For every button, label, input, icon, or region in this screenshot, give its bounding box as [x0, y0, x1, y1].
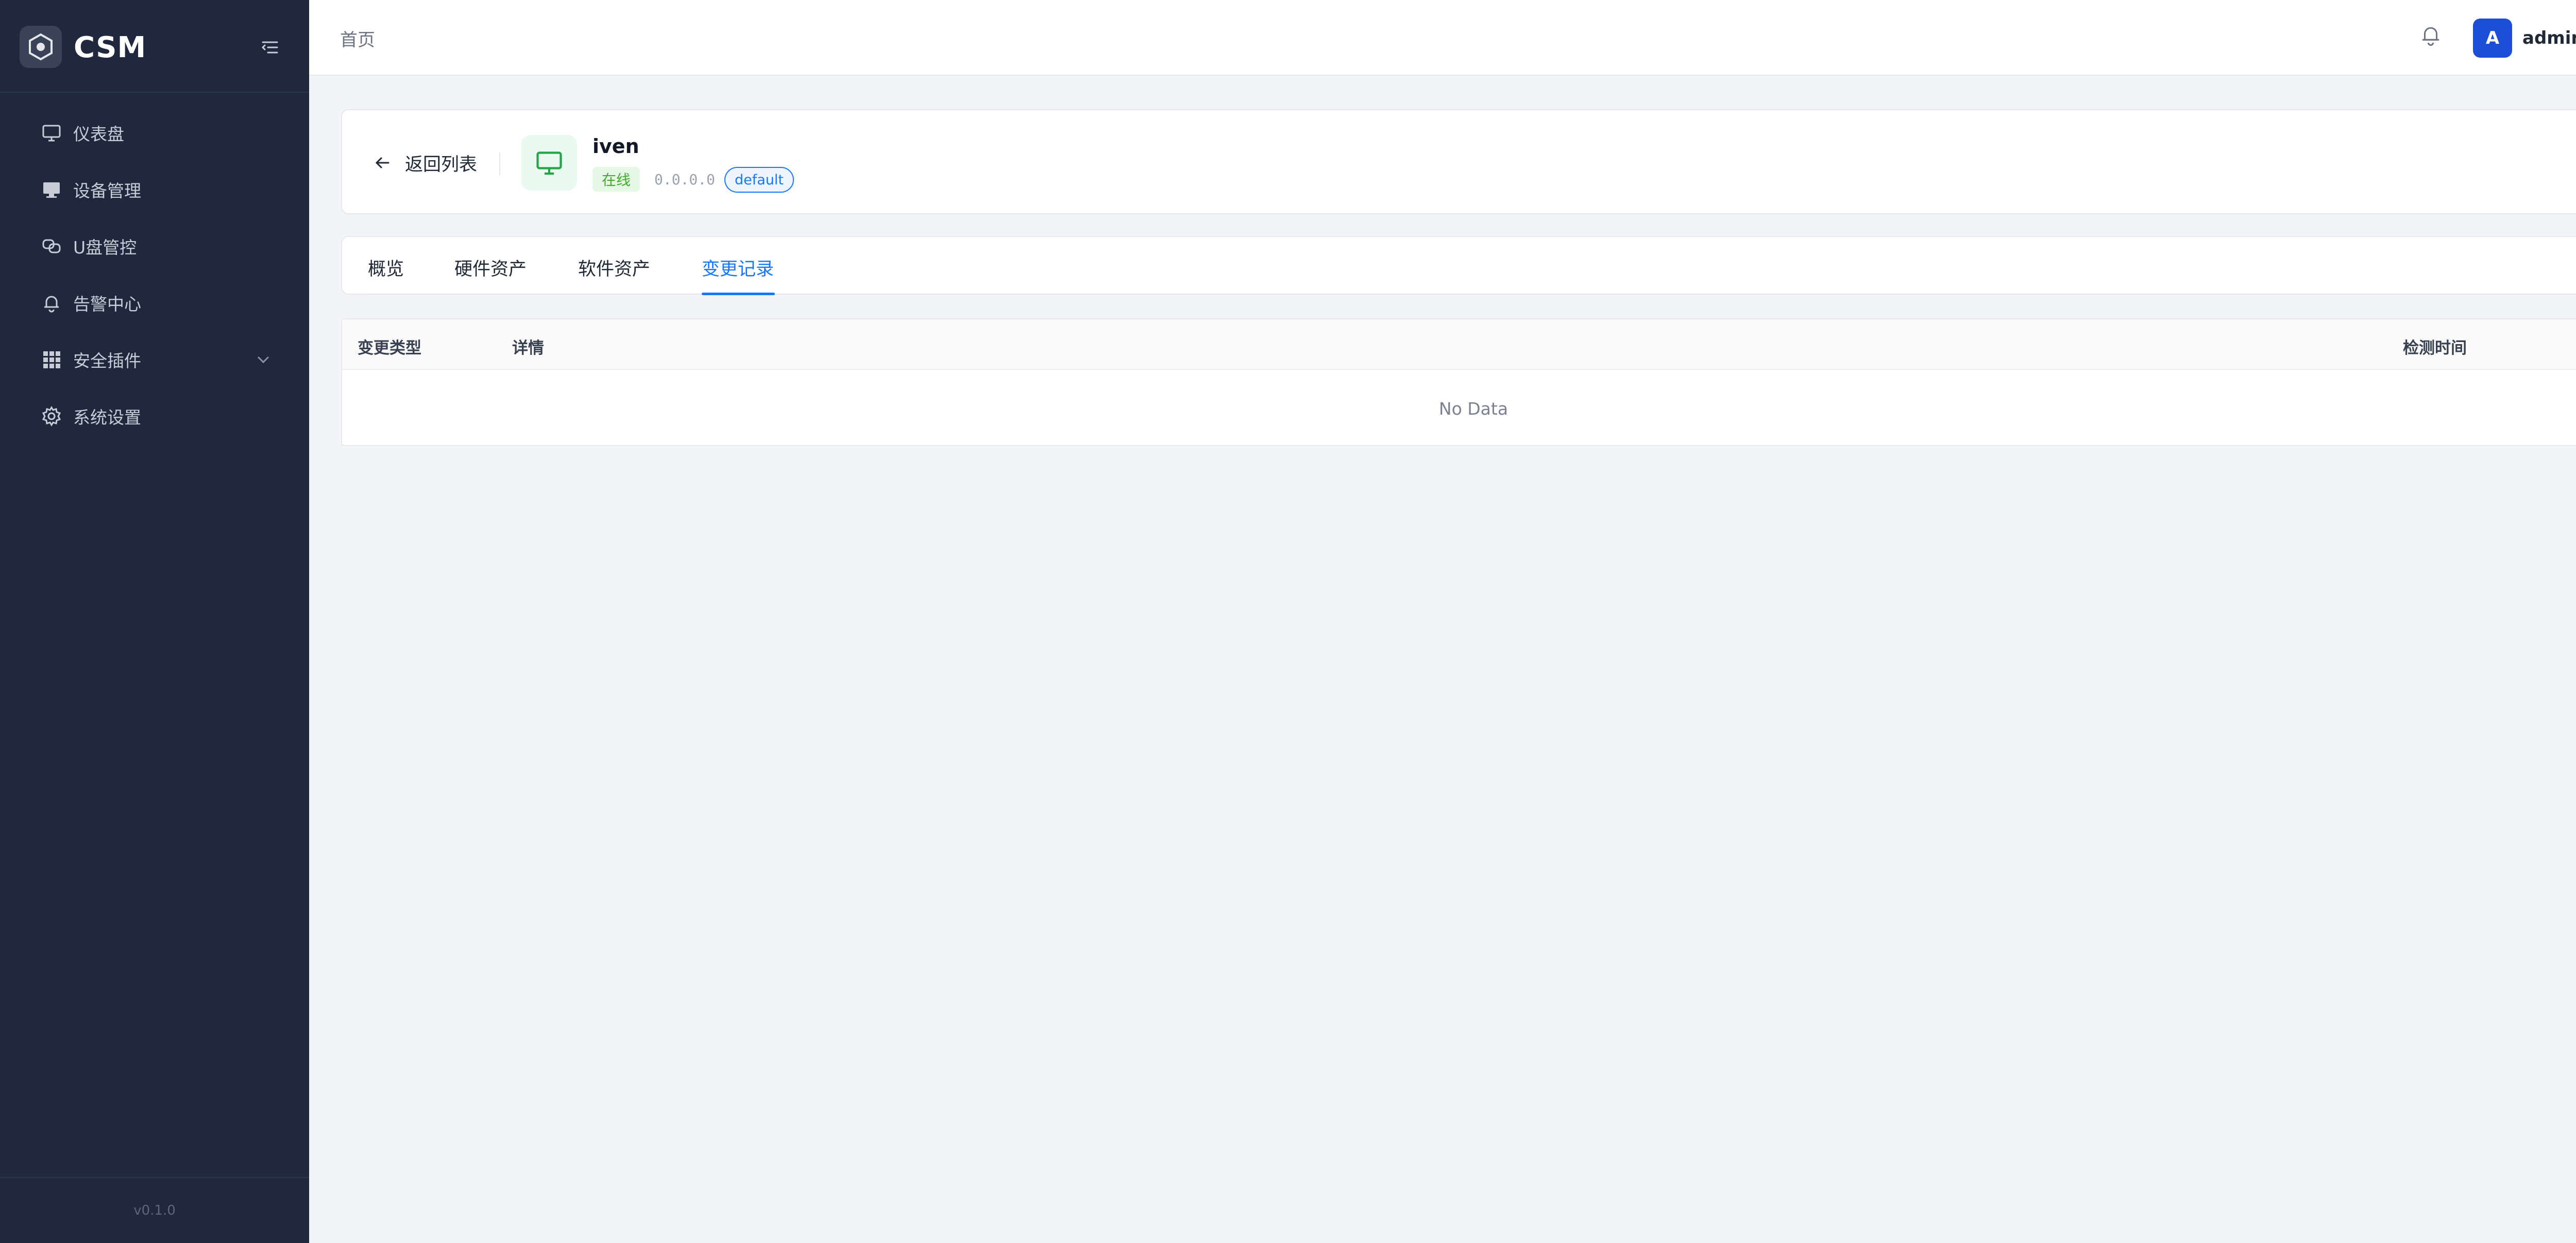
- avatar: A: [2473, 19, 2512, 58]
- divider: [499, 152, 500, 175]
- logo-bar: CSM: [0, 0, 309, 93]
- sidebar-item-label: U盘管控: [73, 237, 137, 258]
- tabs-bar: 概览 硬件资产 软件资产 变更记录: [341, 236, 2576, 295]
- app-name: CSM: [74, 31, 147, 64]
- change-log-table: 变更类型 详情 检测时间 No Data: [341, 318, 2576, 446]
- tab-software[interactable]: 软件资产: [578, 254, 650, 281]
- column-header[interactable]: 检测时间: [2403, 335, 2467, 358]
- desktop-icon: [40, 178, 63, 201]
- column-header[interactable]: 变更类型: [358, 335, 421, 358]
- sidebar-item-plugins[interactable]: 安全插件: [0, 331, 309, 388]
- sidebar-item-label: 系统设置: [73, 407, 141, 428]
- sidebar-item-label: 仪表盘: [73, 124, 124, 144]
- user-name: admin: [2522, 28, 2576, 48]
- back-to-list-button[interactable]: 返回列表: [373, 149, 477, 176]
- sidebar-item-devices[interactable]: 设备管理: [0, 161, 309, 218]
- sidebar-item-usb[interactable]: U盘管控: [0, 218, 309, 275]
- bell-icon: [40, 292, 63, 314]
- monitor-icon: [40, 122, 63, 144]
- tab-change-log[interactable]: 变更记录: [702, 254, 774, 281]
- top-header: 首页 A admin: [309, 0, 2576, 76]
- gear-icon: [40, 405, 63, 428]
- grid-icon: [40, 348, 63, 371]
- breadcrumb[interactable]: 首页: [340, 26, 375, 51]
- device-summary-card: 返回列表 iven 在线 0.0.0.0 default: [341, 109, 2576, 214]
- tab-overview[interactable]: 概览: [368, 254, 404, 281]
- back-label: 返回列表: [405, 154, 478, 175]
- sidebar-nav: 仪表盘 设备管理 U盘管控 告警中心 安全插件 系统设置: [0, 105, 309, 445]
- tab-active-indicator: [702, 293, 775, 295]
- usb-icon: [40, 235, 63, 258]
- sidebar-footer: v0.1.0: [0, 1177, 309, 1243]
- notification-bell-icon[interactable]: [2417, 22, 2444, 48]
- device-monitor-icon: [521, 135, 577, 191]
- sidebar-item-alerts[interactable]: 告警中心: [0, 275, 309, 331]
- status-badge: 在线: [592, 167, 640, 192]
- table-header: 变更类型 详情 检测时间: [342, 319, 2576, 370]
- user-menu[interactable]: A admin: [2473, 19, 2576, 58]
- sidebar: CSM 仪表盘 设备管理 U盘管控 告警中心 安全插件 系统设置 v0.1.0: [0, 0, 309, 1243]
- column-header[interactable]: 详情: [512, 335, 544, 358]
- tab-hardware[interactable]: 硬件资产: [454, 254, 527, 281]
- empty-state: No Data: [1438, 398, 1509, 419]
- device-name: iven: [592, 135, 639, 158]
- sidebar-item-settings[interactable]: 系统设置: [0, 388, 309, 445]
- menu-collapse-icon[interactable]: [258, 35, 282, 60]
- sidebar-item-label: 告警中心: [73, 294, 141, 314]
- sidebar-item-label: 设备管理: [73, 181, 141, 201]
- device-ip: 0.0.0.0: [654, 171, 716, 188]
- sidebar-item-label: 安全插件: [73, 351, 141, 371]
- app-version: v0.1.0: [133, 1203, 176, 1218]
- app-root: CSM 仪表盘 设备管理 U盘管控 告警中心 安全插件 系统设置 v0.1.0 …: [0, 0, 2576, 1243]
- tabs-divider: [368, 294, 2576, 295]
- arrow-left-icon: [373, 153, 393, 173]
- group-badge: default: [724, 167, 794, 193]
- logo-icon: [20, 26, 62, 68]
- chevron-down-icon: [253, 350, 273, 369]
- sidebar-item-dashboard[interactable]: 仪表盘: [0, 105, 309, 161]
